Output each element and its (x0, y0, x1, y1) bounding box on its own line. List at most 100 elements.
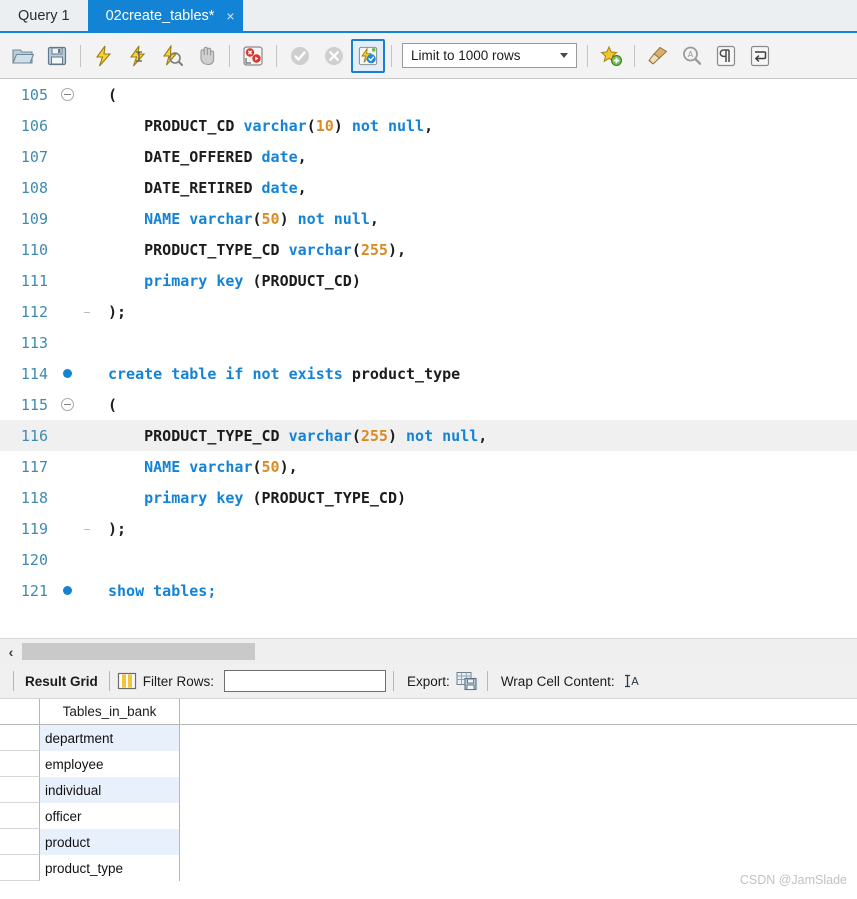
line-number: 115 (20, 395, 48, 414)
table-row[interactable]: employee (0, 751, 857, 777)
scrollbar-thumb[interactable] (22, 643, 255, 660)
code-line[interactable]: 105 ( (0, 79, 857, 110)
toolbar-separator (229, 44, 230, 67)
beautify-sql-icon[interactable] (641, 39, 675, 73)
grid-cell[interactable]: officer (40, 803, 180, 829)
fold-collapse-icon[interactable] (56, 398, 78, 411)
table-row[interactable]: officer (0, 803, 857, 829)
toggle-stop-on-error-icon[interactable] (236, 39, 270, 73)
code-token: PRODUCT_TYPE_CD (108, 426, 289, 445)
grid-cell[interactable]: department (40, 725, 180, 751)
toggle-word-wrap-icon[interactable] (743, 39, 777, 73)
code-line[interactable]: 120 (0, 544, 857, 575)
grid-cell[interactable]: employee (40, 751, 180, 777)
svg-text:A: A (631, 675, 639, 688)
wrap-cell-content-icon[interactable]: A (623, 672, 641, 690)
grid-header-row: Tables_in_bank (0, 699, 857, 725)
row-selector-cell[interactable] (0, 803, 40, 829)
code-token: ( (108, 395, 118, 414)
code-line[interactable]: 114 create table if not exists product_ty… (0, 358, 857, 389)
add-snippet-icon[interactable] (594, 39, 628, 73)
scroll-left-icon[interactable]: ‹ (0, 644, 22, 660)
tab-02create-tables[interactable]: 02create_tables* × (87, 0, 243, 31)
row-selector-cell[interactable] (0, 777, 40, 803)
grid-corner-cell[interactable] (0, 699, 40, 725)
code-token: ( (252, 209, 262, 228)
explain-statement-icon[interactable] (155, 39, 189, 73)
code-token: DATE_RETIRED (108, 178, 262, 197)
code-line[interactable]: 115 ( (0, 389, 857, 420)
filter-rows-input[interactable] (224, 670, 387, 692)
code-line[interactable]: 116 PRODUCT_TYPE_CD varchar(255) not nul… (0, 420, 857, 451)
chevron-down-icon[interactable] (560, 53, 568, 58)
line-number: 120 (20, 550, 48, 569)
editor-horizontal-scrollbar[interactable]: ‹ (0, 638, 857, 664)
code-line[interactable]: 107 DATE_OFFERED date, (0, 141, 857, 172)
table-row[interactable]: department (0, 725, 857, 751)
grid-cell[interactable]: individual (40, 777, 180, 803)
grid-view-icon[interactable] (117, 672, 137, 690)
code-token: create table if not exists (108, 364, 343, 383)
table-row[interactable]: individual (0, 777, 857, 803)
code-line[interactable]: 112); (0, 296, 857, 327)
fold-minus[interactable] (60, 88, 74, 101)
toolbar-separator (587, 44, 588, 67)
line-number: 112 (20, 302, 48, 321)
code-token: ( (306, 116, 316, 135)
code-text: primary key (PRODUCT_TYPE_CD) (108, 489, 406, 507)
commit-icon[interactable] (283, 39, 317, 73)
code-line[interactable]: 111 primary key (PRODUCT_CD) (0, 265, 857, 296)
save-script-icon[interactable] (40, 39, 74, 73)
row-selector-cell[interactable] (0, 725, 40, 751)
grid-cell[interactable]: product_type (40, 855, 180, 881)
statement-dot (62, 586, 72, 595)
code-line[interactable]: 108 DATE_RETIRED date, (0, 172, 857, 203)
code-line[interactable]: 119); (0, 513, 857, 544)
row-selector-cell[interactable] (0, 855, 40, 881)
watermark-text: CSDN @JamSlade (739, 873, 847, 887)
table-row[interactable]: product_type (0, 855, 857, 881)
rollback-icon[interactable] (317, 39, 351, 73)
result-toolbar: Result Grid Filter Rows: Export: Wrap Ce… (0, 664, 857, 699)
code-token: , (369, 209, 379, 228)
execute-current-statement-icon[interactable] (121, 39, 155, 73)
code-line[interactable]: 106 PRODUCT_CD varchar(10) not null, (0, 110, 857, 141)
export-recordset-icon[interactable] (456, 671, 480, 691)
row-selector-cell[interactable] (0, 829, 40, 855)
code-token: ) (279, 209, 298, 228)
fold-minus[interactable] (60, 398, 74, 411)
code-text: primary key (PRODUCT_CD) (108, 272, 361, 290)
line-number: 116 (20, 426, 48, 445)
line-number: 106 (20, 116, 48, 135)
row-selector-cell[interactable] (0, 751, 40, 777)
code-token: (PRODUCT_TYPE_CD) (243, 488, 407, 507)
fold-collapse-icon[interactable] (56, 88, 78, 101)
sql-code-editor[interactable]: 105(106 PRODUCT_CD varchar(10) not null,… (0, 79, 857, 638)
line-number: 111 (20, 271, 48, 290)
code-line[interactable]: 113 (0, 327, 857, 358)
find-icon[interactable]: A (675, 39, 709, 73)
code-token: not null (297, 209, 370, 228)
tab-query-1[interactable]: Query 1 (0, 0, 88, 31)
code-token: varchar (288, 240, 352, 259)
code-line[interactable]: 109 NAME varchar(50) not null, (0, 203, 857, 234)
code-token: varchar (189, 457, 253, 476)
limit-rows-selector[interactable]: Limit to 1000 rows (402, 43, 577, 68)
toggle-invisible-chars-icon[interactable] (709, 39, 743, 73)
code-line[interactable]: 118 primary key (PRODUCT_TYPE_CD) (0, 482, 857, 513)
code-line[interactable]: 117 NAME varchar(50), (0, 451, 857, 482)
stop-execution-icon[interactable] (189, 39, 223, 73)
execute-statement-icon[interactable] (87, 39, 121, 73)
open-sql-script-icon[interactable] (6, 39, 40, 73)
close-icon[interactable]: × (226, 9, 234, 23)
toggle-autocommit-icon[interactable] (351, 38, 385, 73)
code-line[interactable]: 121 show tables; (0, 575, 857, 606)
result-grid[interactable]: Tables_in_bank department employee individu… (0, 699, 857, 899)
code-token: ( (252, 457, 262, 476)
table-row[interactable]: product (0, 829, 857, 855)
code-line[interactable]: 110 PRODUCT_TYPE_CD varchar(255), (0, 234, 857, 265)
grid-cell[interactable]: product (40, 829, 180, 855)
grid-column-header[interactable]: Tables_in_bank (40, 699, 180, 725)
